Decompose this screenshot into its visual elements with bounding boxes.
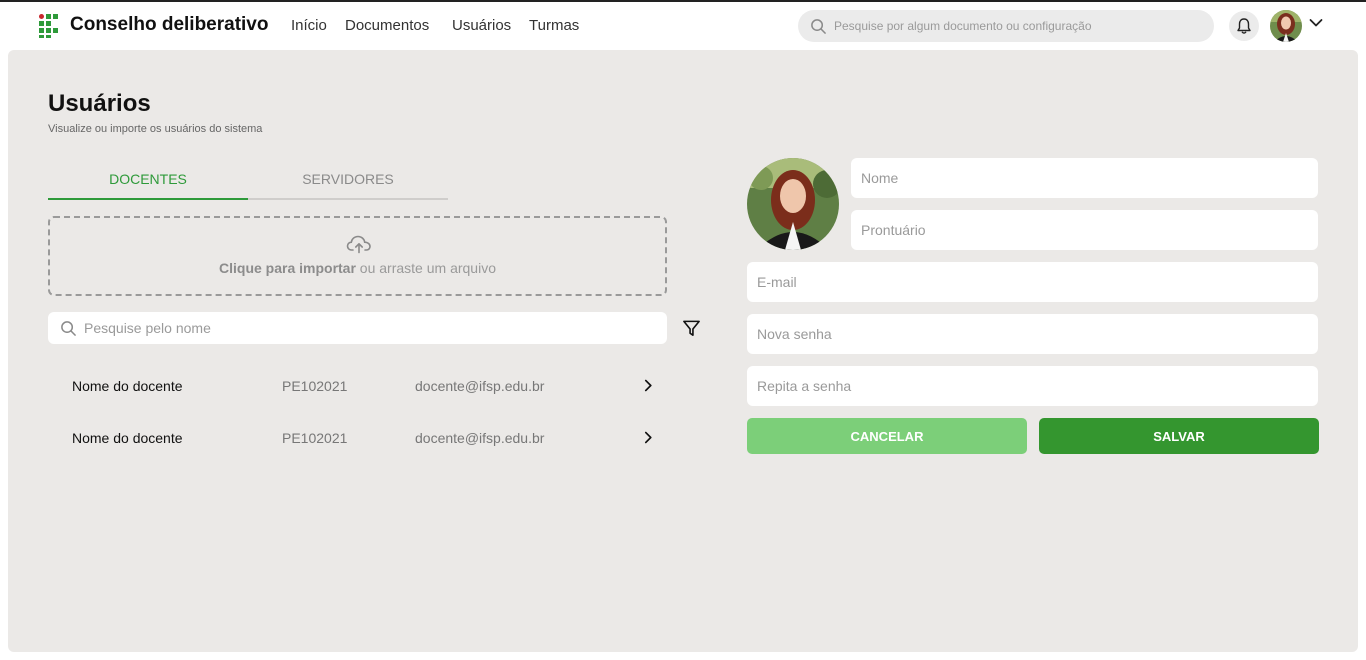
filter-icon[interactable] xyxy=(682,319,701,338)
user-row[interactable]: Nome do docente PE102021 docente@ifsp.ed… xyxy=(48,364,667,408)
user-prontuario: PE102021 xyxy=(282,378,348,394)
user-prontuario: PE102021 xyxy=(282,430,348,446)
global-search xyxy=(798,10,1214,42)
import-dropzone[interactable]: Clique para importar ou arraste um arqui… xyxy=(48,216,667,296)
global-search-input[interactable] xyxy=(834,10,1204,42)
cloud-upload-icon xyxy=(346,235,371,254)
prontuario-field[interactable] xyxy=(851,210,1318,250)
nav-usuarios[interactable]: Usuários xyxy=(452,17,511,34)
import-instructions: Clique para importar ou arraste um arqui… xyxy=(50,260,665,276)
top-header: Conselho deliberativo Início Documentos … xyxy=(0,2,1366,50)
page-subtitle: Visualize ou importe os usuários do sist… xyxy=(48,123,263,135)
nome-field[interactable] xyxy=(851,158,1318,198)
user-name: Nome do docente xyxy=(72,430,183,446)
import-link-text[interactable]: Clique para importar xyxy=(219,260,356,276)
search-icon xyxy=(61,321,76,336)
bell-icon xyxy=(1237,18,1251,34)
main-panel: Usuários Visualize ou importe os usuário… xyxy=(8,50,1358,652)
tab-servidores[interactable]: SERVIDORES xyxy=(248,158,448,200)
email-field[interactable] xyxy=(747,262,1318,302)
name-search xyxy=(48,312,667,344)
user-avatar-image xyxy=(1270,10,1302,42)
name-search-input[interactable] xyxy=(84,312,654,344)
chevron-down-icon[interactable] xyxy=(1309,18,1323,28)
user-email: docente@ifsp.edu.br xyxy=(415,378,545,394)
user-avatar[interactable] xyxy=(1270,10,1302,42)
cancel-button[interactable]: CANCELAR xyxy=(747,418,1027,454)
save-button[interactable]: SALVAR xyxy=(1039,418,1319,454)
nav-inicio[interactable]: Início xyxy=(291,17,327,34)
profile-photo-image xyxy=(747,158,839,250)
page-title: Usuários xyxy=(48,90,151,117)
new-password-field[interactable] xyxy=(747,314,1318,354)
profile-photo[interactable] xyxy=(747,158,839,250)
app-title: Conselho deliberativo xyxy=(70,14,269,35)
user-name: Nome do docente xyxy=(72,378,183,394)
chevron-right-icon[interactable] xyxy=(644,431,653,444)
tab-docentes[interactable]: DOCENTES xyxy=(48,158,248,200)
search-icon xyxy=(811,19,826,34)
user-email: docente@ifsp.edu.br xyxy=(415,430,545,446)
institution-logo-icon xyxy=(39,14,59,38)
repeat-password-field[interactable] xyxy=(747,366,1318,406)
notifications-button[interactable] xyxy=(1229,11,1259,41)
import-hint-text: ou arraste um arquivo xyxy=(355,260,496,276)
chevron-right-icon[interactable] xyxy=(644,379,653,392)
nav-turmas[interactable]: Turmas xyxy=(529,17,579,34)
nav-documentos[interactable]: Documentos xyxy=(345,17,429,34)
user-row[interactable]: Nome do docente PE102021 docente@ifsp.ed… xyxy=(48,416,667,460)
